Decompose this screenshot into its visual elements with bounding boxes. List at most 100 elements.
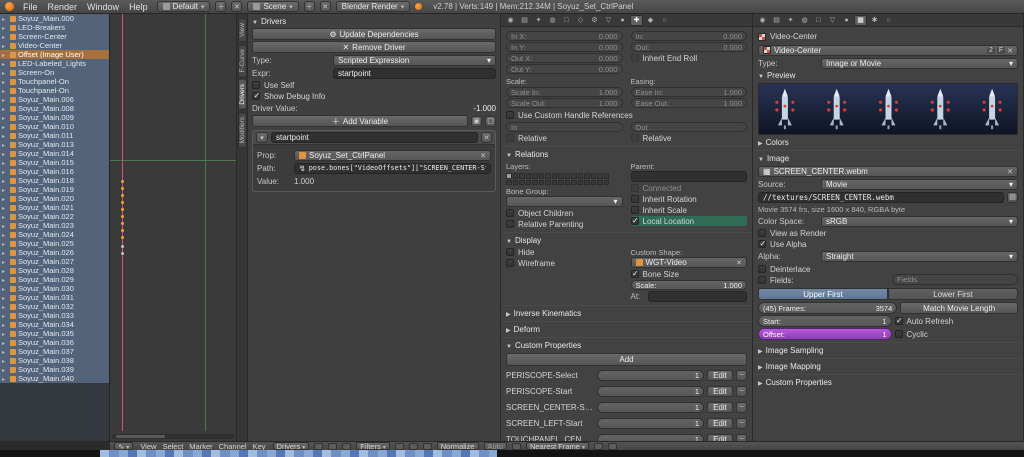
- connected-row[interactable]: Connected: [631, 183, 748, 193]
- panel-header-custom-properties[interactable]: Custom Properties: [506, 340, 747, 351]
- outliner-item[interactable]: Screen-Center: [0, 32, 109, 41]
- sidebar-tab[interactable]: F-Curve: [238, 44, 247, 77]
- tab-world[interactable]: ◍: [546, 15, 559, 26]
- expand-icon[interactable]: [2, 68, 8, 77]
- checkbox-icon[interactable]: [506, 209, 514, 217]
- auto-refresh-row[interactable]: Auto Refresh: [895, 316, 1019, 326]
- checkbox-icon[interactable]: [895, 317, 903, 325]
- tab-particles[interactable]: ✱: [868, 15, 881, 26]
- checkbox-icon[interactable]: [631, 206, 639, 214]
- show-debug-checkbox-row[interactable]: Show Debug Info: [252, 91, 496, 101]
- tab-material[interactable]: ●: [840, 15, 853, 26]
- expand-icon[interactable]: [2, 95, 8, 104]
- bendy-curve-field[interactable]: In Y: 0.000: [506, 42, 623, 52]
- keyframe-dot[interactable]: [121, 201, 124, 204]
- scrollbar-handle[interactable]: [116, 435, 165, 438]
- layer-toggle[interactable]: [513, 180, 519, 186]
- layer-toggle[interactable]: [578, 180, 584, 186]
- expand-icon[interactable]: [2, 176, 8, 185]
- menu-item[interactable]: Help: [125, 2, 152, 12]
- delete-property-button[interactable]: −: [736, 370, 747, 381]
- bendy-curve-field[interactable]: Out Y: 0.000: [506, 64, 623, 74]
- panel-expand-icon[interactable]: [252, 17, 258, 26]
- hidden-filter-icon[interactable]: [328, 443, 337, 450]
- layer-toggle[interactable]: [532, 180, 538, 186]
- fields-row[interactable]: Fields:: [758, 275, 884, 285]
- expand-icon[interactable]: [2, 320, 8, 329]
- movie-strip-thumbnails[interactable]: [100, 450, 497, 457]
- add-scene-button[interactable]: ＋: [304, 1, 315, 12]
- expand-icon[interactable]: [2, 122, 8, 131]
- expand-icon[interactable]: [2, 167, 8, 176]
- panel-expand-icon[interactable]: [758, 378, 763, 387]
- tab-texture[interactable]: ▦: [854, 15, 867, 26]
- normalize-button[interactable]: Normalize: [437, 442, 479, 450]
- layer-toggle[interactable]: [571, 180, 577, 186]
- snap-dropdown[interactable]: Nearest Frame: [526, 442, 589, 450]
- tab-world[interactable]: ◍: [798, 15, 811, 26]
- panel-header-image-mapping[interactable]: Image Mapping: [758, 361, 1018, 372]
- outliner-item[interactable]: Soyuz_Main.028: [0, 266, 109, 275]
- offset-slider-driven[interactable]: Offset: 1: [758, 328, 892, 340]
- fields-count-field[interactable]: Fields: [892, 274, 1018, 285]
- layer-toggle[interactable]: [552, 173, 558, 179]
- delete-property-button[interactable]: −: [736, 386, 747, 397]
- filters-dropdown[interactable]: Filters: [356, 442, 389, 450]
- relative-parenting-row[interactable]: Relative Parenting: [506, 219, 623, 229]
- expand-icon[interactable]: [2, 23, 8, 32]
- panel-expand-icon[interactable]: [758, 346, 763, 355]
- use-self-checkbox-row[interactable]: Use Self: [252, 80, 496, 90]
- layer-toggle[interactable]: [604, 180, 610, 186]
- panel-expand-icon[interactable]: [506, 309, 511, 318]
- local-location-row[interactable]: Local Location: [631, 216, 748, 226]
- layer-toggle[interactable]: [571, 173, 577, 179]
- layer-toggle[interactable]: [552, 180, 558, 186]
- keyframe-dot[interactable]: [121, 208, 124, 211]
- outliner-item[interactable]: Soyuz_Main.034: [0, 320, 109, 329]
- layer-toggle[interactable]: [558, 173, 564, 179]
- layer-toggle[interactable]: [519, 180, 525, 186]
- delete-property-button[interactable]: −: [736, 418, 747, 429]
- sidebar-tab[interactable]: Modifiers: [238, 112, 247, 148]
- bendy-roll-field[interactable]: Out: 0.000: [631, 42, 748, 52]
- checkbox-icon[interactable]: [631, 54, 639, 62]
- tab-render[interactable]: ◉: [504, 15, 517, 26]
- scene-selector[interactable]: Scene: [247, 1, 298, 12]
- layer-toggle[interactable]: [506, 173, 512, 179]
- layer-toggle[interactable]: [558, 180, 564, 186]
- expand-icon[interactable]: [2, 185, 8, 194]
- only-selected-filter-icon[interactable]: [314, 443, 323, 450]
- layer-toggle[interactable]: [513, 173, 519, 179]
- outliner-item[interactable]: Soyuz_Main.018: [0, 176, 109, 185]
- layer-toggle[interactable]: [578, 173, 584, 179]
- layer-toggle[interactable]: [597, 173, 603, 179]
- wireframe-row[interactable]: Wireframe: [506, 258, 623, 268]
- delete-scene-button[interactable]: ✕: [320, 1, 331, 12]
- checkbox-icon[interactable]: [758, 229, 766, 237]
- outliner-item[interactable]: Soyuz_Main.040: [0, 374, 109, 383]
- prop-id-selector[interactable]: Soyuz_Set_CtrlPanel: [294, 150, 491, 161]
- bendy-curve-field[interactable]: In X: 0.000: [506, 31, 623, 41]
- outliner-item[interactable]: Touchpanel-On: [0, 77, 109, 86]
- relative-end-row[interactable]: Relative: [631, 133, 748, 143]
- panel-header-custom-properties[interactable]: Custom Properties: [758, 377, 1018, 388]
- panel-expand-icon[interactable]: [506, 236, 512, 245]
- expand-icon[interactable]: [2, 140, 8, 149]
- auto-normalize-button[interactable]: Auto: [484, 442, 507, 450]
- custom-shape-selector[interactable]: WGT-Video: [631, 257, 748, 268]
- tab-modifiers[interactable]: ⚙: [588, 15, 601, 26]
- tab-material[interactable]: ●: [616, 15, 629, 26]
- mirror-icon[interactable]: [608, 443, 617, 450]
- menu-item[interactable]: Render: [44, 2, 82, 12]
- expand-icon[interactable]: [2, 203, 8, 212]
- copy-keyframes-icon[interactable]: [409, 443, 418, 450]
- tab-render-layers[interactable]: ▤: [518, 15, 531, 26]
- keyframe-dot[interactable]: [121, 215, 124, 218]
- hide-row[interactable]: Hide: [506, 247, 623, 257]
- outliner-item[interactable]: Soyuz_Main.025: [0, 239, 109, 248]
- delete-variable-button[interactable]: [481, 132, 492, 143]
- delete-layout-button[interactable]: ✕: [231, 1, 242, 12]
- outliner-item[interactable]: Soyuz_Main.006: [0, 95, 109, 104]
- object-children-row[interactable]: Object Children: [506, 208, 623, 218]
- layer-toggle[interactable]: [545, 180, 551, 186]
